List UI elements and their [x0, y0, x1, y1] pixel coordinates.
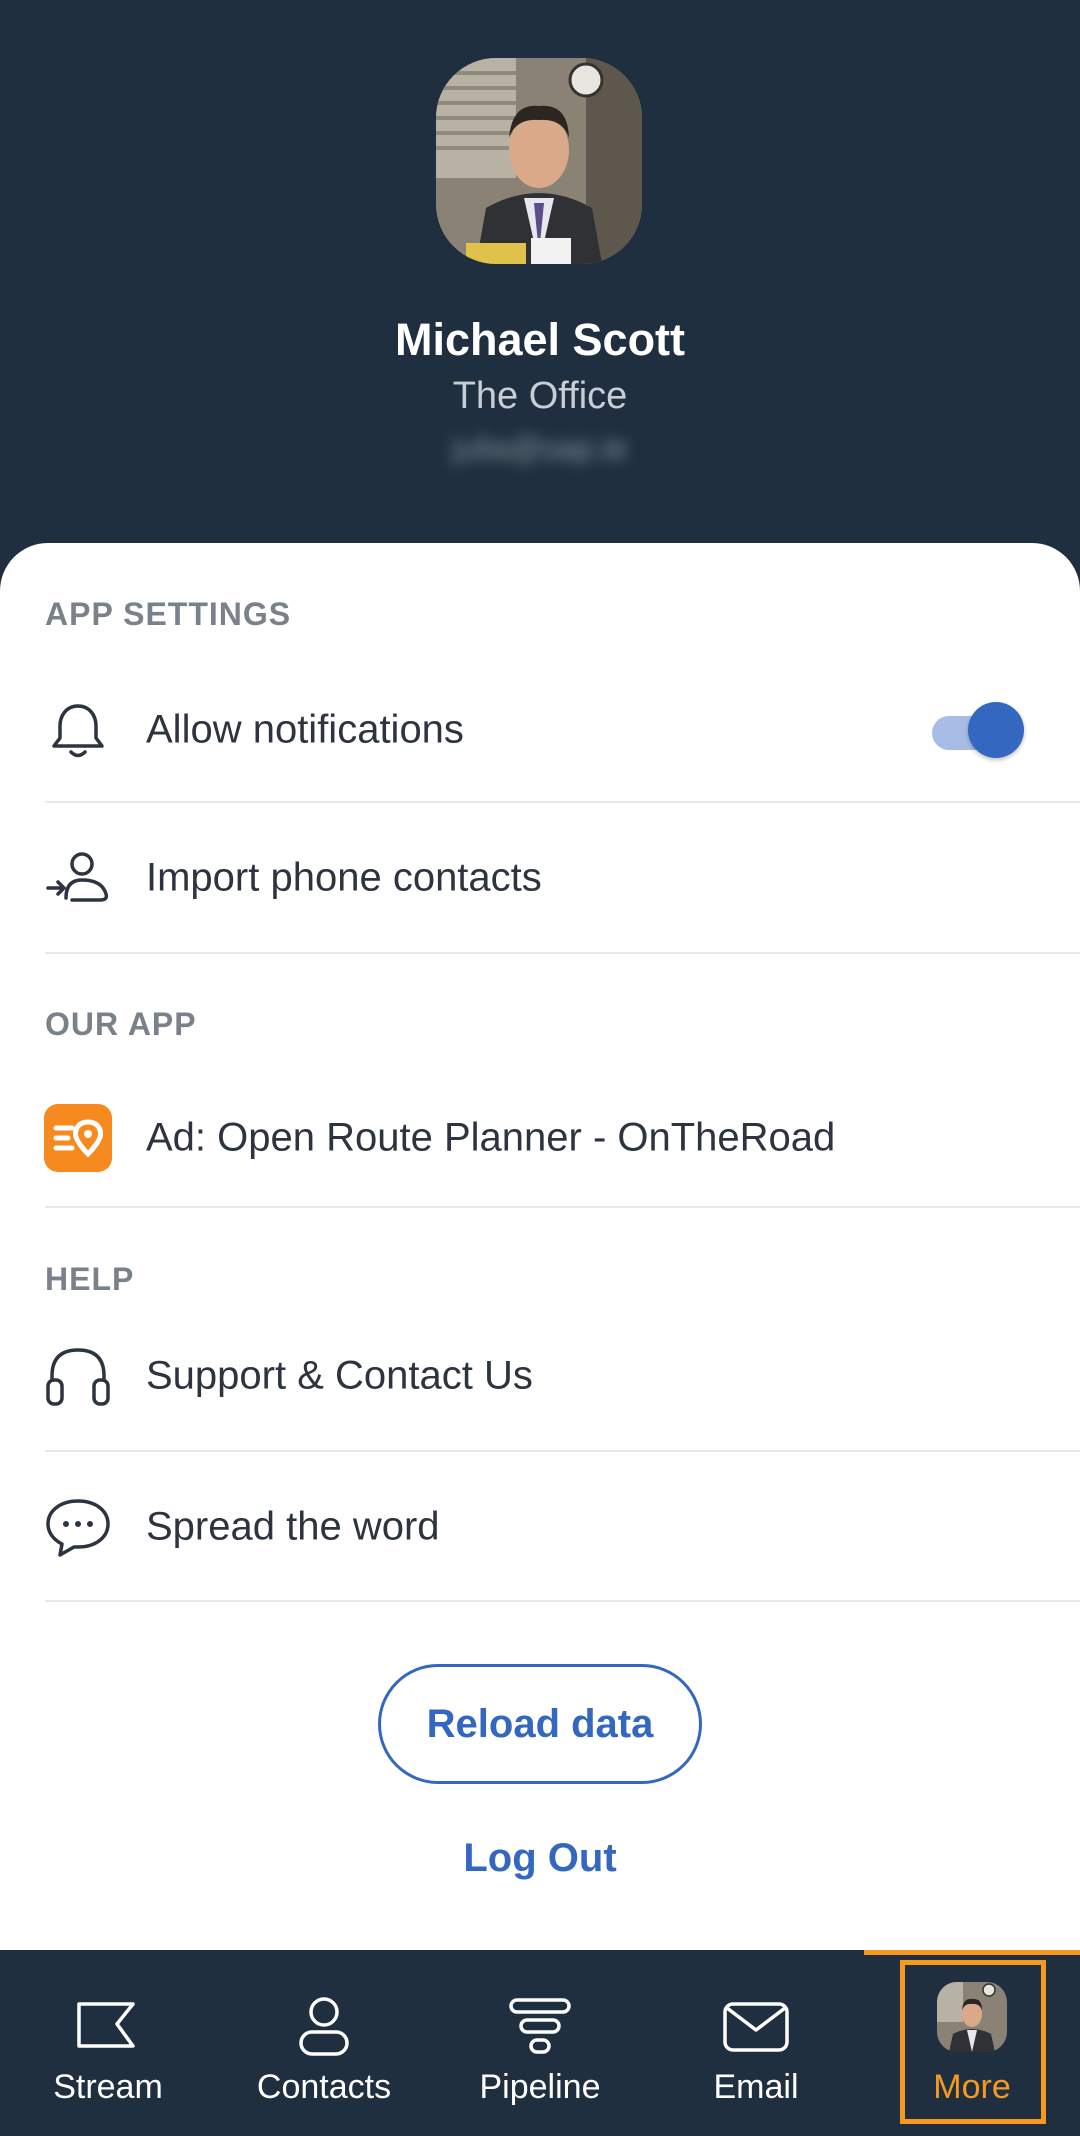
headphones-icon [42, 1340, 114, 1412]
nav-email[interactable]: Email [648, 1950, 864, 2136]
section-help: HELP [45, 1261, 135, 1297]
profile-company: The Office [452, 375, 628, 417]
stream-flag-icon [71, 1990, 145, 2064]
toggle-knob [968, 702, 1024, 758]
log-out-link[interactable]: Log Out [0, 1836, 1080, 1881]
row-allow-notifications[interactable]: Allow notifications [0, 660, 1080, 800]
nav-stream[interactable]: Stream [0, 1950, 216, 2136]
divider [45, 801, 1080, 803]
envelope-icon [719, 1990, 793, 2064]
profile-avatar[interactable] [436, 58, 642, 264]
nav-contacts-label: Contacts [256, 2068, 392, 2106]
active-tab-frame [900, 1960, 1046, 2124]
divider [45, 1206, 1080, 1208]
profile-email: julia@sap.ie [452, 430, 628, 466]
nav-stream-label: Stream [53, 2068, 163, 2106]
reload-data-button[interactable]: Reload data [378, 1664, 702, 1784]
section-app-settings: APP SETTINGS [45, 596, 292, 632]
ad-label: Ad: Open Route Planner - OnTheRoad [146, 1115, 836, 1160]
row-support[interactable]: Support & Contact Us [0, 1306, 1080, 1446]
funnel-icon [503, 1990, 577, 2064]
route-planner-logo [42, 1102, 114, 1174]
profile-name: Michael Scott [394, 314, 686, 365]
divider [45, 1450, 1080, 1452]
notifications-toggle[interactable] [932, 702, 1024, 758]
support-label: Support & Contact Us [146, 1353, 533, 1398]
nav-pipeline-label: Pipeline [479, 2068, 601, 2106]
notifications-label: Allow notifications [146, 707, 464, 752]
nav-contacts[interactable]: Contacts [216, 1950, 432, 2136]
profile-photo [436, 58, 642, 264]
spread-label: Spread the word [146, 1504, 440, 1549]
nav-email-label: Email [713, 2068, 799, 2106]
bell-icon [42, 694, 114, 766]
row-import-contacts[interactable]: Import phone contacts [0, 808, 1080, 948]
import-contact-icon [42, 842, 114, 914]
import-contacts-label: Import phone contacts [146, 855, 542, 900]
section-our-app: OUR APP [45, 1006, 197, 1042]
divider [45, 1600, 1080, 1602]
row-spread-the-word[interactable]: Spread the word [0, 1457, 1080, 1597]
chat-bubble-icon [42, 1491, 114, 1563]
divider [45, 952, 1080, 954]
nav-pipeline[interactable]: Pipeline [432, 1950, 648, 2136]
person-icon [287, 1990, 361, 2064]
profile-header: Michael Scott The Office julia@sap.ie [0, 0, 1080, 560]
row-ad-route-planner[interactable]: Ad: Open Route Planner - OnTheRoad [0, 1068, 1080, 1208]
